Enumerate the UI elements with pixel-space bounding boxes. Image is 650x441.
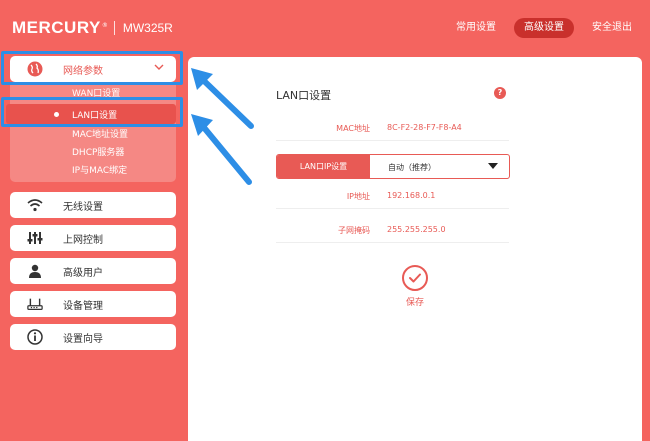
brand-model: MW325R [122, 21, 173, 35]
brand-trademark: ® [101, 21, 108, 29]
save-label: 保存 [406, 298, 425, 308]
help-icon[interactable]: ? [494, 87, 506, 99]
brand-name: MERCURY [12, 18, 101, 37]
sidebar-item-access-control[interactable]: 上网控制 [10, 225, 176, 251]
sidebar-item-wireless[interactable]: 无线设置 [10, 192, 176, 218]
subnet-mask-row: 子网掩码 255.255.255.0 [276, 219, 509, 243]
sidebar-item-setup-wizard[interactable]: 设置向导 [10, 324, 176, 350]
globe-icon [27, 61, 43, 77]
ip-address-value: 192.168.0.1 [387, 191, 436, 200]
sidebar-item-label: 高级用户 [63, 267, 103, 279]
info-icon [27, 329, 43, 345]
top-header: MERCURY ® MW325R 常用设置 高级设置 安全退出 [0, 0, 650, 56]
network-submenu: WAN口设置 LAN口设置 MAC地址设置 DHCP服务器 IP与MAC绑定 [6, 84, 176, 182]
ip-address-row: IP地址 192.168.0.1 [276, 185, 509, 209]
subnet-mask-value: 255.255.255.0 [387, 225, 446, 234]
submenu-item-label: LAN口设置 [72, 110, 118, 121]
chevron-down-icon [154, 63, 164, 74]
sidebar-item-label: 上网控制 [63, 234, 103, 246]
nav-advanced-settings[interactable]: 高级设置 [514, 18, 574, 38]
page-title: LAN口设置 [276, 89, 332, 102]
sidebar-item-label: 网络参数 [63, 65, 103, 77]
mac-address-row: MAC地址 8C-F2-28-F7-F8-A4 [276, 117, 509, 141]
submenu-item-dhcp[interactable]: DHCP服务器 [72, 145, 124, 158]
checkmark-icon [409, 273, 421, 283]
lan-ip-mode-label: LAN口IP设置 [277, 155, 370, 178]
sidebar-item-label: 设备管理 [63, 300, 103, 312]
subnet-mask-label: 子网掩码 [338, 226, 370, 235]
row-divider [276, 242, 509, 243]
sliders-icon [27, 230, 43, 246]
submenu-item-lan[interactable]: LAN口设置 [6, 104, 176, 124]
user-icon [27, 263, 43, 279]
submenu-item-mac[interactable]: MAC地址设置 [72, 127, 128, 140]
row-divider [276, 208, 509, 209]
ip-address-label: IP地址 [346, 192, 370, 201]
wifi-icon [27, 197, 43, 213]
save-button[interactable] [402, 265, 428, 291]
lan-ip-mode-value: 自动（推荐） [388, 163, 436, 172]
submenu-item-ip-mac-binding[interactable]: IP与MAC绑定 [72, 163, 127, 176]
router-icon [27, 296, 43, 312]
sidebar-item-device-management[interactable]: 设备管理 [10, 291, 176, 317]
submenu-item-wan[interactable]: WAN口设置 [72, 86, 120, 99]
nav-logout[interactable]: 安全退出 [582, 18, 642, 38]
dropdown-arrow-icon [488, 163, 498, 169]
brand-logo: MERCURY ® MW325R [12, 18, 173, 38]
annotation-arrows [191, 68, 254, 185]
active-dot-icon [54, 112, 59, 117]
brand-divider [113, 21, 115, 35]
row-divider [276, 140, 509, 141]
sidebar-item-label: 设置向导 [63, 333, 103, 345]
mac-address-label: MAC地址 [336, 124, 370, 133]
lan-ip-mode-select[interactable]: LAN口IP设置 自动（推荐） [276, 154, 510, 179]
sidebar-item-network[interactable]: 网络参数 [10, 56, 176, 82]
nav-common-settings[interactable]: 常用设置 [446, 18, 506, 38]
arrow-to-lan [198, 121, 252, 185]
mac-address-value: 8C-F2-28-F7-F8-A4 [387, 123, 462, 132]
sidebar-item-advanced-user[interactable]: 高级用户 [10, 258, 176, 284]
top-nav: 常用设置 高级设置 安全退出 [446, 18, 650, 38]
sidebar-item-label: 无线设置 [63, 201, 103, 213]
